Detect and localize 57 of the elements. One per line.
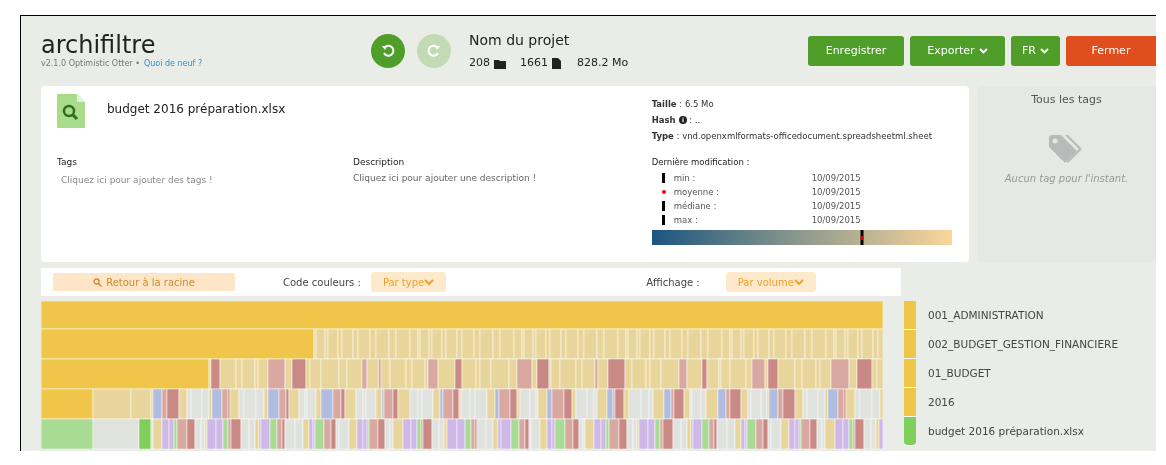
- breadcrumb-item[interactable]: 01_BUDGET: [928, 359, 1119, 388]
- dropdown-button[interactable]: Exporter: [910, 36, 1005, 66]
- meta-value: : vnd.openxmlformats-officedocument.spreadsheetml.sheet: [675, 129, 932, 143]
- undo-icon: [381, 44, 395, 58]
- date-label: moyenne :: [673, 185, 720, 199]
- info-icon: [678, 116, 687, 125]
- caret-icon: [1040, 48, 1049, 54]
- meta-label: Hash: [651, 113, 676, 127]
- dropdown-button[interactable]: FR: [1011, 36, 1060, 66]
- project-name: Nom du projet: [469, 31, 571, 51]
- undo-button[interactable]: [371, 34, 405, 68]
- caret-icon: [424, 278, 435, 286]
- tags-label: Tags: [57, 156, 78, 169]
- description-field[interactable]: Cliquez ici pour ajouter une description !: [353, 171, 537, 185]
- date-tick-icon: [662, 215, 666, 225]
- date-label: max :: [673, 213, 699, 227]
- whats-new-link[interactable]: Quoi de neuf ?: [143, 58, 203, 70]
- description-label: Description: [353, 156, 406, 169]
- date-tick-icon: [662, 173, 666, 183]
- color-code-label: Code couleurs :: [283, 275, 361, 290]
- meta-value: : 6.5 Mo: [678, 98, 714, 111]
- breadcrumb-item[interactable]: budget 2016 préparation.xlsx: [928, 417, 1119, 446]
- folder-icon: [494, 58, 506, 69]
- file-count: 1661: [520, 55, 548, 72]
- empty-tags-message: Aucun tag pour l'instant.: [1004, 171, 1129, 186]
- date-value: 10/09/2015: [811, 185, 861, 199]
- date-value: 10/09/2015: [811, 199, 861, 213]
- date-value: 10/09/2015: [811, 213, 861, 227]
- file-search-icon: [57, 94, 85, 128]
- last-modified-label: Dernière modification :: [651, 156, 751, 169]
- file-name: budget 2016 préparation.xlsx: [107, 101, 286, 118]
- search-icon: [93, 277, 103, 287]
- tags-field[interactable]: Cliquez ici pour ajouter des tags !: [61, 173, 213, 187]
- app-logo: archifiltre: [41, 32, 157, 58]
- breadcrumb-item[interactable]: 001_ADMINISTRATION: [928, 301, 1119, 330]
- total-size: 828.2 Mo: [577, 55, 629, 72]
- caret-icon: [978, 48, 988, 54]
- version-text: v2.1.0 Optimistic Otter •: [41, 58, 140, 70]
- close-button[interactable]: Fermer: [1066, 36, 1156, 66]
- date-label: min :: [673, 171, 697, 185]
- date-value: 10/09/2015: [811, 171, 861, 185]
- tags-icon: [1048, 134, 1085, 165]
- breadcrumb-item[interactable]: 2016: [928, 388, 1119, 417]
- save-button[interactable]: Enregistrer: [808, 36, 904, 66]
- date-marker: [860, 230, 864, 245]
- meta-value: : ..: [688, 113, 701, 127]
- redo-icon: [427, 44, 441, 58]
- meta-label: Taille: [651, 98, 677, 111]
- meta-label: Type: [651, 129, 674, 143]
- display-label: Affichage :: [646, 275, 700, 290]
- tags-panel-title: Tous les tags: [1031, 92, 1102, 108]
- folder-count: 208: [469, 55, 490, 72]
- date-label: médiane :: [673, 199, 718, 213]
- file-icon: [552, 58, 561, 69]
- caret-icon: [793, 278, 804, 286]
- breadcrumb-item[interactable]: 002_BUDGET_GESTION_FINANCIERE: [928, 330, 1119, 359]
- date-tick-icon: [662, 201, 666, 211]
